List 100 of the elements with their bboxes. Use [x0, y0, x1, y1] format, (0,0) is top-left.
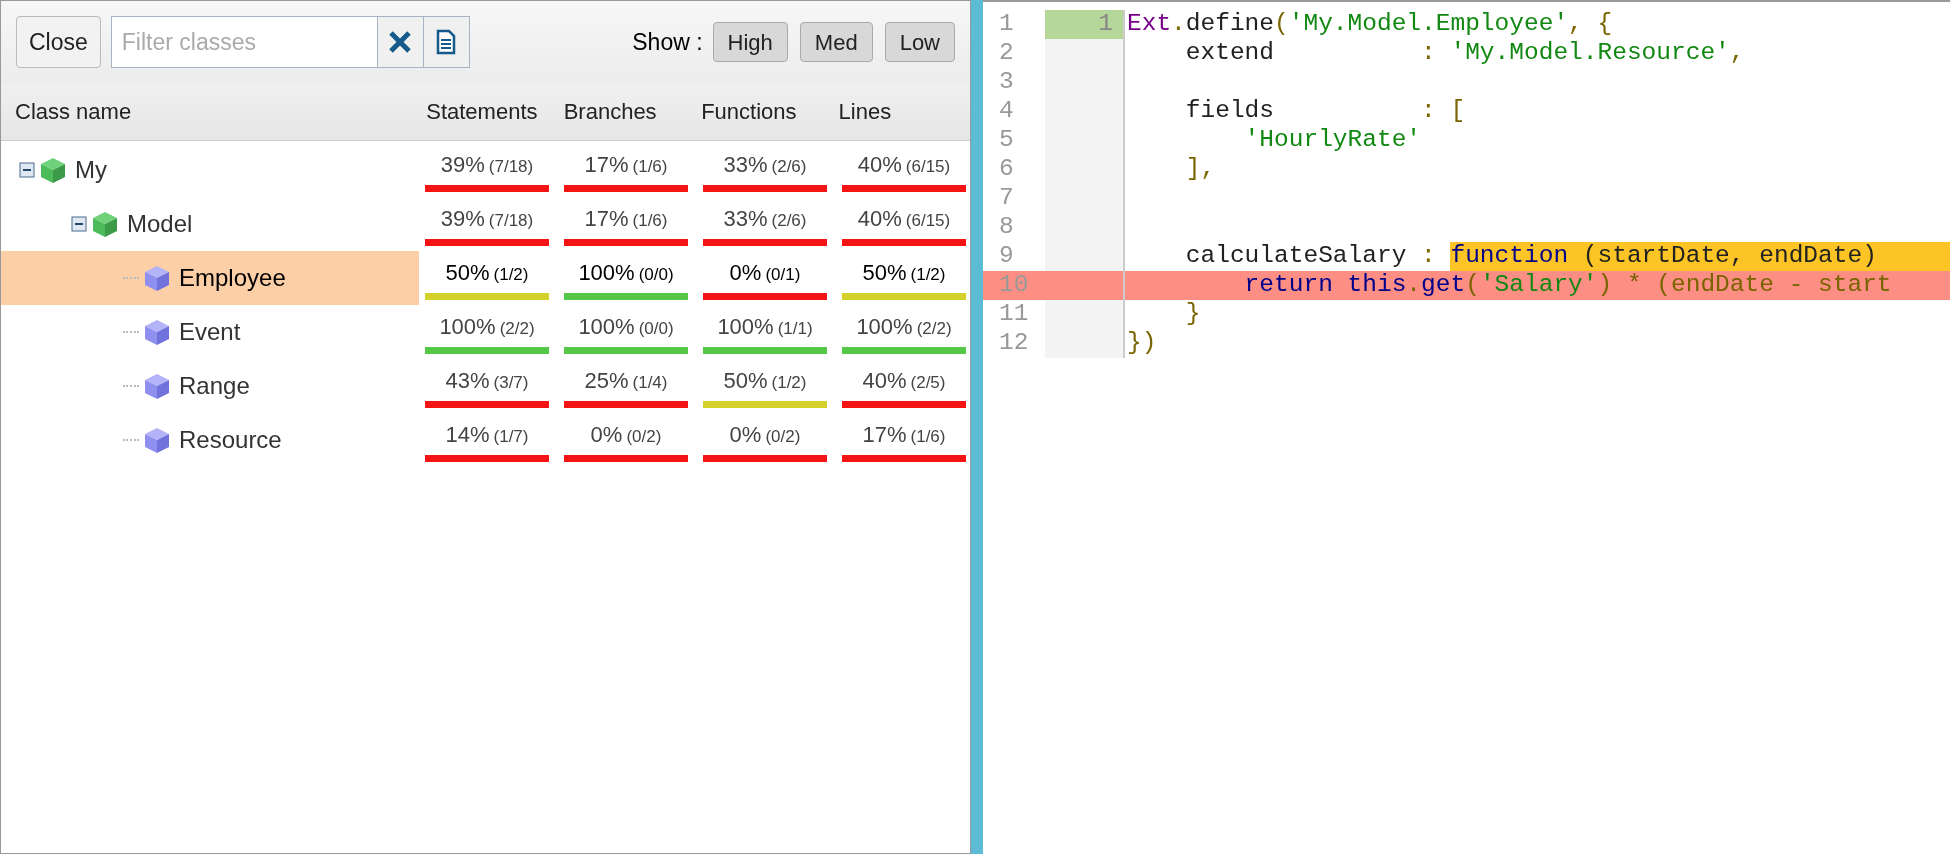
ratio-text: (1/2)	[493, 264, 529, 286]
percent-text: 100%	[717, 313, 774, 341]
percent-text: 100%	[578, 313, 635, 341]
cube-icon	[39, 156, 67, 184]
percent-text: 43%	[445, 367, 490, 395]
line-number: 9	[998, 241, 1015, 272]
line-number: 5	[998, 125, 1015, 156]
ratio-text: (1/2)	[771, 372, 807, 394]
percent-text: 40%	[857, 151, 902, 179]
percent-text: 17%	[862, 421, 907, 449]
ratio-text: (1/6)	[910, 426, 946, 448]
code-token: Ext	[1127, 10, 1172, 39]
code-token: .	[1406, 271, 1422, 300]
percent-text: 100%	[856, 313, 913, 341]
code-token: 'My.Model.Employee'	[1288, 10, 1569, 39]
filter-level-button[interactable]: Low	[884, 22, 955, 62]
code-token: : [	[1421, 97, 1466, 126]
ratio-text: (6/15)	[905, 210, 951, 232]
code-token: this	[1347, 271, 1407, 300]
column-header[interactable]: Lines	[832, 95, 971, 128]
percent-text: 40%	[857, 205, 902, 233]
cube-icon	[143, 426, 171, 454]
code-token: 'Salary'	[1479, 271, 1598, 300]
percent-text: 0%	[729, 421, 762, 449]
code-token: ) * (endDate - start	[1597, 271, 1892, 300]
code-token: ,	[1729, 39, 1745, 68]
code-token: return	[1243, 271, 1334, 300]
line-number: 3	[998, 67, 1015, 98]
line-number: 11	[998, 299, 1030, 330]
ratio-text: (2/6)	[771, 210, 807, 232]
class-name: Resource	[179, 425, 282, 455]
ratio-text: (0/0)	[638, 318, 674, 340]
line-number: 8	[998, 212, 1015, 243]
percent-text: 50%	[862, 259, 907, 287]
collapse-icon[interactable]	[19, 162, 35, 178]
ratio-text: (2/6)	[771, 156, 807, 178]
percent-text: 0%	[590, 421, 623, 449]
cube-icon	[143, 318, 171, 346]
ratio-text: (0/1)	[765, 264, 801, 286]
line-number: 12	[998, 328, 1030, 359]
code-token: function	[1450, 242, 1569, 271]
percent-text: 0%	[729, 259, 762, 287]
code-token: ],	[1184, 155, 1216, 184]
percent-text: 39%	[440, 205, 485, 233]
percent-text: 17%	[584, 151, 629, 179]
cube-icon	[143, 372, 171, 400]
line-number: 1	[998, 9, 1015, 40]
tree-item[interactable]: Model	[1, 197, 419, 251]
percent-text: 100%	[578, 259, 635, 287]
column-header[interactable]: Branches	[557, 95, 696, 128]
percent-text: 50%	[723, 367, 768, 395]
percent-text: 100%	[439, 313, 496, 341]
percent-text: 25%	[584, 367, 629, 395]
code-token: })	[1127, 329, 1157, 358]
tree-item[interactable]: Resource	[1, 413, 419, 467]
line-number: 4	[998, 96, 1015, 127]
class-name: Range	[179, 371, 250, 401]
ratio-text: (1/1)	[777, 318, 813, 340]
percent-text: 17%	[584, 205, 629, 233]
filter-level-button[interactable]: Med	[799, 22, 873, 62]
percent-text: 40%	[862, 367, 907, 395]
filter-level-button[interactable]: High	[712, 22, 788, 62]
code-token: define	[1185, 10, 1275, 39]
ratio-text: (2/5)	[910, 372, 946, 394]
line-number: 10	[998, 270, 1030, 301]
ratio-text: (0/0)	[638, 264, 674, 286]
column-header[interactable]: Statements	[420, 95, 558, 128]
code-token: (	[1274, 10, 1289, 39]
code-token: (startDate, endDate)	[1568, 242, 1950, 271]
code-token: (	[1465, 271, 1480, 300]
code-token: }	[1184, 300, 1201, 329]
close-button[interactable]: Close	[16, 16, 101, 68]
class-name: Employee	[179, 263, 286, 293]
ratio-text: (2/2)	[499, 318, 535, 340]
tree-item[interactable]: Event	[1, 305, 419, 359]
ratio-text: (7/18)	[488, 210, 534, 232]
code-token: , {	[1568, 10, 1613, 39]
line-number: 2	[998, 38, 1015, 69]
percent-text: 33%	[723, 205, 768, 233]
code-token: calculateSalary	[1184, 242, 1408, 271]
ratio-text: (1/6)	[632, 156, 668, 178]
code-token: :	[1421, 242, 1437, 271]
code-token: :	[1421, 39, 1437, 68]
ratio-text: (3/7)	[493, 372, 529, 394]
tree-item[interactable]: Employee	[1, 251, 419, 305]
collapse-icon[interactable]	[71, 216, 87, 232]
ratio-text: (0/2)	[626, 426, 662, 448]
show-label: Show :	[632, 27, 703, 57]
code-token: 'My.Model.Resource'	[1450, 39, 1730, 68]
code-token: fields	[1184, 97, 1276, 126]
tree-item[interactable]: Range	[1, 359, 419, 413]
tree-item[interactable]: My	[1, 143, 419, 197]
column-header[interactable]: Class name	[15, 95, 421, 128]
ratio-text: (1/7)	[493, 426, 529, 448]
percent-text: 39%	[440, 151, 485, 179]
line-number: 7	[998, 183, 1015, 214]
code-token: 'HourlyRate'	[1243, 126, 1422, 155]
column-header[interactable]: Functions	[695, 95, 833, 128]
ratio-text: (6/15)	[905, 156, 951, 178]
code-token: get	[1421, 271, 1466, 300]
